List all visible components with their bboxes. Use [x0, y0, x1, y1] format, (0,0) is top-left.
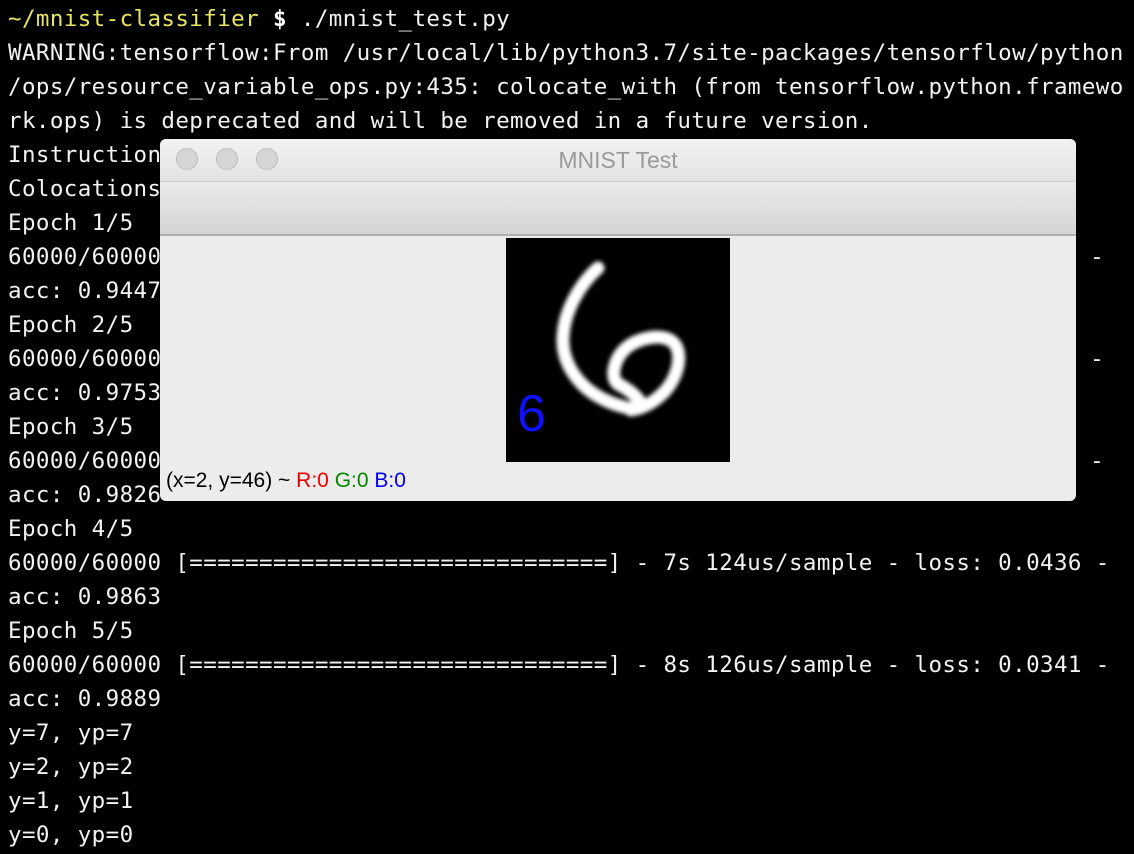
red-channel-value: R:0 — [296, 469, 329, 492]
output-line: 60000/60000 [===========================… — [8, 652, 1110, 678]
output-line: y=2, yp=2 — [8, 754, 134, 780]
output-line: Epoch 2/5 — [8, 312, 134, 338]
digit-image[interactable]: 6 — [506, 238, 730, 462]
output-line: y=0, yp=0 — [8, 822, 134, 848]
output-line: acc: 0.9447 — [8, 278, 162, 304]
window-toolbar — [160, 182, 1076, 236]
output-line: 60000/60000 — [8, 346, 162, 372]
output-line: 60000/60000 — [8, 244, 162, 270]
pixel-status-bar: (x=2, y=46) ~ R:0 G:0 B:0 — [166, 466, 406, 496]
digit-stroke — [556, 261, 686, 417]
output-line: y=1, yp=1 — [8, 788, 134, 814]
command-text: ./mnist_test.py — [300, 6, 511, 32]
output-line: Epoch 3/5 — [8, 414, 134, 440]
output-line: acc: 0.9889 — [8, 686, 162, 712]
window-titlebar[interactable]: MNIST Test — [160, 139, 1076, 182]
output-line: y=7, yp=7 — [8, 720, 134, 746]
output-line: acc: 0.9863 — [8, 584, 162, 610]
output-line: Instruction — [8, 142, 162, 168]
output-line: Epoch 1/5 — [8, 210, 134, 236]
window-title: MNIST Test — [558, 147, 678, 173]
blue-channel-value: B:0 — [374, 469, 406, 492]
output-line: 60000/60000 — [8, 448, 162, 474]
output-line: Epoch 4/5 — [8, 516, 134, 542]
green-channel-value: G:0 — [334, 469, 369, 492]
output-line: acc: 0.9753 — [8, 380, 162, 406]
output-line: Colocations — [8, 176, 162, 202]
prompt-line: ~/mnist-classifier $ ./mnist_test.py — [8, 2, 510, 36]
output-line: /ops/resource_variable_ops.py:435: coloc… — [8, 74, 1124, 100]
mnist-test-window[interactable]: MNIST Test 6 (x=2, y=46) ~ R:0 G:0 B:0 — [160, 139, 1076, 501]
output-line: WARNING:tensorflow:From /usr/local/lib/p… — [8, 40, 1124, 66]
predicted-digit-label: 6 — [517, 385, 546, 443]
output-line: acc: 0.9826 — [8, 482, 162, 508]
output-line: rk.ops) is deprecated and will be remove… — [8, 108, 873, 134]
cursor-coordinates: (x=2, y=46) ~ — [166, 469, 291, 492]
prompt-symbol: $ — [272, 6, 287, 32]
prompt-path: ~/mnist-classifier — [8, 6, 260, 32]
output-line: Epoch 5/5 — [8, 618, 134, 644]
output-line: 60000/60000 [===========================… — [8, 550, 1110, 576]
